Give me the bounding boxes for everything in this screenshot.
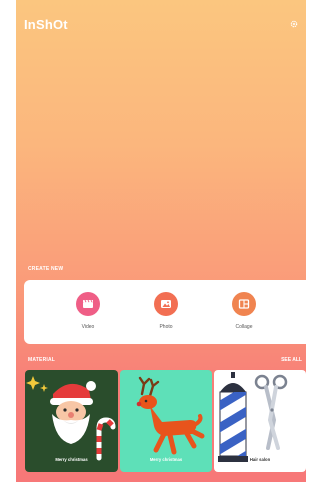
material-tile-santa[interactable]: Merry christmas bbox=[25, 370, 118, 472]
create-collage-button[interactable]: Collage bbox=[224, 292, 264, 330]
material-title: MATERIAL bbox=[28, 357, 56, 363]
material-tile-label: Merry christmas bbox=[149, 457, 183, 462]
app-screen: InShOt CREATE NEW Video Photo Collage MA… bbox=[0, 0, 306, 482]
header-bar: InShOt bbox=[24, 14, 300, 34]
create-photo-button[interactable]: Photo bbox=[146, 292, 186, 330]
create-new-title: CREATE NEW bbox=[28, 266, 64, 272]
create-video-label: Video bbox=[81, 324, 95, 330]
create-photo-label: Photo bbox=[159, 324, 173, 330]
material-tile-reindeer[interactable]: Merry christmas bbox=[120, 370, 212, 472]
see-all-link[interactable]: SEE ALL bbox=[281, 357, 302, 363]
app-logo: InShOt bbox=[24, 16, 68, 32]
collage-icon bbox=[232, 292, 256, 316]
photo-icon bbox=[154, 292, 178, 316]
device-bezel bbox=[0, 0, 16, 482]
video-clapper-icon bbox=[76, 292, 100, 316]
material-tile-label: Merry christmas bbox=[55, 457, 88, 462]
create-video-button[interactable]: Video bbox=[68, 292, 108, 330]
material-tile-hair-salon[interactable]: Hair salon bbox=[214, 370, 306, 472]
create-collage-label: Collage bbox=[235, 324, 253, 330]
create-new-card: Video Photo Collage bbox=[24, 280, 306, 344]
gear-icon[interactable] bbox=[288, 18, 300, 30]
material-tile-label: Hair salon bbox=[249, 457, 271, 462]
